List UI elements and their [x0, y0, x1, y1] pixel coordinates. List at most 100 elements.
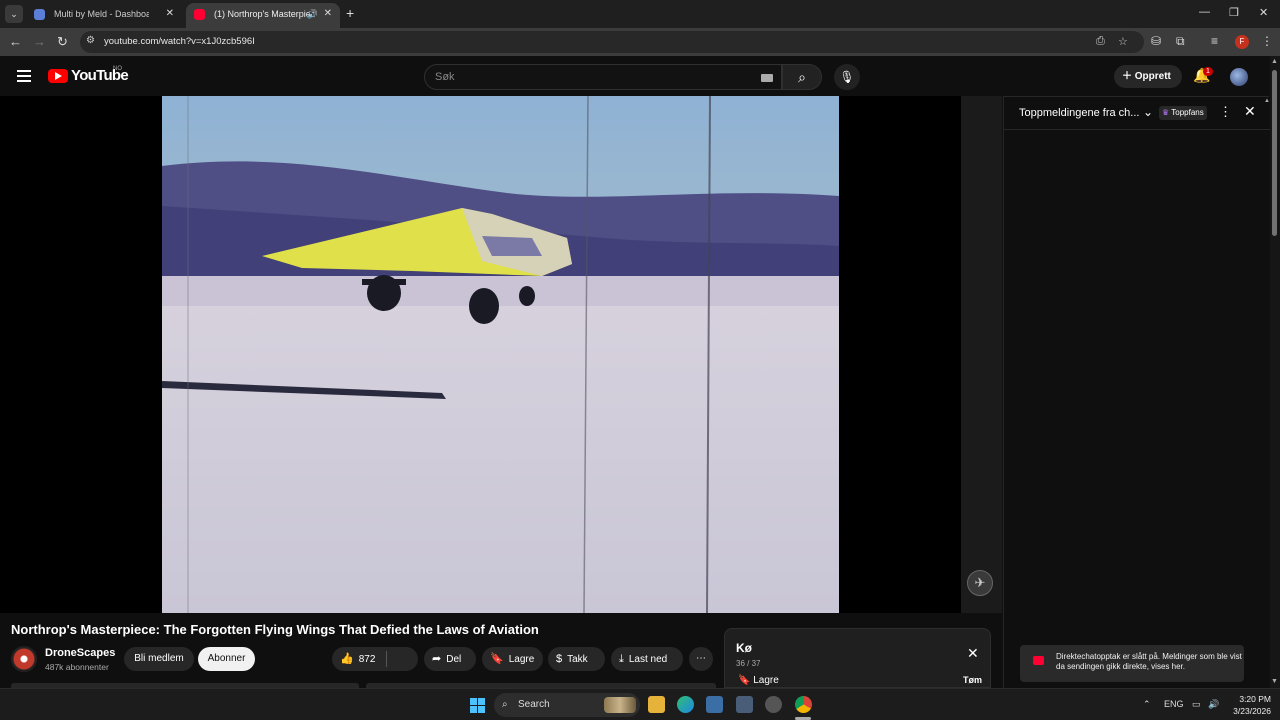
- restore-icon[interactable]: ❐: [1229, 6, 1239, 19]
- windows-taskbar: ⌕ Search ⌃ ENG ▭ 🔊 3:20 PM 3/23/2026: [0, 688, 1280, 720]
- bookmark-star-icon[interactable]: ☆: [1118, 35, 1128, 48]
- browser-tab-meld[interactable]: Multi by Meld - Dashboard. ✕: [26, 3, 182, 28]
- menu-icon[interactable]: [17, 70, 31, 82]
- search-button[interactable]: ⌕: [782, 64, 822, 90]
- tab-search-button[interactable]: ⌄: [5, 5, 23, 23]
- edge-browser-icon[interactable]: [677, 696, 694, 713]
- chat-notice-text: Direktechatopptak er slått på. Meldinger…: [1056, 652, 1242, 671]
- taskbar-search[interactable]: ⌕ Search: [494, 693, 640, 717]
- file-explorer-icon[interactable]: [648, 696, 665, 713]
- url-field[interactable]: ⚙ youtube.com/watch?v=x1J0zcb596I ⎙ ☆: [80, 31, 1144, 53]
- tab-title: (1) Northrop's Masterpiece: [214, 9, 314, 19]
- create-label: Opprett: [1134, 71, 1171, 82]
- network-icon[interactable]: ▭: [1192, 699, 1201, 710]
- install-app-icon[interactable]: ⎙: [1096, 35, 1105, 48]
- download-button[interactable]: ⤓ Last ned: [611, 647, 683, 671]
- scroll-up-arrow-icon[interactable]: ▲: [1271, 58, 1278, 65]
- save-label: Lagre: [508, 654, 535, 665]
- speaker-icon[interactable]: 🔊: [307, 3, 318, 25]
- show-hidden-icons-icon[interactable]: ⌃: [1143, 699, 1151, 710]
- language-indicator[interactable]: ENG: [1164, 699, 1184, 709]
- taskbar-clock[interactable]: 3:20 PM 3/23/2026: [1225, 693, 1271, 717]
- youtube-logo-icon[interactable]: [48, 69, 68, 83]
- youtube-header: YouTube NO Søk ⌕ 🎙 ＋ Opprett 🔔 1: [0, 56, 1280, 96]
- subscriber-count: 487k abonnenter: [45, 662, 109, 672]
- taskbar-search-label: Search: [518, 699, 550, 710]
- address-bar: ← → ↻ ⚙ youtube.com/watch?v=x1J0zcb596I …: [0, 28, 1280, 56]
- channel-avatar[interactable]: [11, 646, 37, 672]
- region-code: NO: [113, 66, 122, 72]
- keyboard-icon[interactable]: [761, 74, 773, 82]
- queue-panel: Kø 36 / 37 ✕ 🔖 Lagre Tøm: [724, 628, 991, 688]
- media-control-icon[interactable]: ≡: [1211, 34, 1218, 48]
- chevron-down-icon[interactable]: ⌄: [1143, 105, 1153, 119]
- close-queue-icon[interactable]: ✕: [967, 645, 979, 662]
- back-icon[interactable]: ←: [9, 34, 22, 49]
- join-button[interactable]: Bli medlem: [124, 647, 194, 671]
- voice-search-button[interactable]: 🎙: [834, 64, 860, 90]
- search-placeholder: Søk: [435, 71, 455, 83]
- chat-title[interactable]: Toppmeldingene fra ch...: [1019, 107, 1139, 119]
- queue-title: Kø: [736, 641, 752, 655]
- scrollbar-thumb[interactable]: [1272, 70, 1277, 236]
- account-avatar[interactable]: [1230, 68, 1248, 86]
- subscribe-button[interactable]: Abonner: [198, 647, 255, 671]
- thanks-button[interactable]: $ Takk: [548, 647, 605, 671]
- clock-date: 3/23/2026: [1233, 706, 1271, 716]
- more-options-icon[interactable]: ⋮: [1219, 104, 1232, 120]
- more-actions-button[interactable]: ⋯: [689, 647, 713, 671]
- browser-menu-icon[interactable]: ⋮: [1261, 34, 1273, 48]
- clock-time: 3:20 PM: [1239, 694, 1271, 704]
- close-chat-icon[interactable]: ✕: [1244, 103, 1256, 120]
- close-window-icon[interactable]: ✕: [1259, 6, 1268, 19]
- share-button[interactable]: ➦ Del: [424, 647, 476, 671]
- live-chat-panel: Toppmeldingene fra ch... ⌄ ♛ Toppfans ⋮ …: [1003, 96, 1270, 688]
- windows-start-icon[interactable]: [470, 698, 485, 713]
- reload-icon[interactable]: ↻: [57, 34, 68, 50]
- settings-gear-icon[interactable]: [765, 696, 782, 713]
- more-horizontal-icon: ⋯: [696, 653, 706, 664]
- channel-name[interactable]: DroneScapes: [45, 647, 115, 659]
- site-info-icon[interactable]: ⚙: [86, 35, 95, 46]
- minimize-icon[interactable]: —: [1199, 6, 1210, 18]
- chrome-icon[interactable]: [795, 696, 812, 713]
- like-divider: [386, 651, 387, 667]
- top-fans-label: Toppfans: [1171, 108, 1204, 117]
- chat-header: Toppmeldingene fra ch... ⌄ ♛ Toppfans ⋮ …: [1004, 97, 1270, 130]
- microphone-icon: 🎙: [839, 70, 855, 84]
- app-window-icon[interactable]: [706, 696, 723, 713]
- extensions-puzzle-icon[interactable]: ⧉: [1176, 34, 1185, 49]
- like-button[interactable]: 👍872 👎: [332, 647, 739, 671]
- scroll-down-arrow-icon[interactable]: ▼: [1271, 678, 1278, 685]
- channel-watermark-icon[interactable]: ✈: [967, 570, 993, 596]
- share-icon: ➦: [432, 653, 442, 665]
- profile-avatar[interactable]: F: [1235, 35, 1249, 49]
- video-frame-image: [162, 96, 839, 613]
- super-thanks-icon: $: [556, 653, 563, 665]
- new-tab-button[interactable]: +: [346, 5, 354, 21]
- notification-badge: 1: [1203, 67, 1213, 76]
- forward-icon[interactable]: →: [33, 34, 46, 49]
- download-label: Last ned: [628, 654, 668, 665]
- bookmark-icon: 🔖: [490, 653, 504, 665]
- player-side-strip: [961, 96, 1002, 613]
- top-fans-badge[interactable]: ♛ Toppfans: [1159, 106, 1207, 120]
- snipping-tool-icon[interactable]: [736, 696, 753, 713]
- search-input[interactable]: Søk: [424, 64, 782, 90]
- volume-icon[interactable]: 🔊: [1208, 699, 1219, 710]
- browser-tab-youtube[interactable]: (1) Northrop's Masterpiece 🔊 ✕: [186, 3, 340, 28]
- queue-count: 36 / 37: [736, 659, 761, 668]
- create-button[interactable]: ＋ Opprett: [1114, 65, 1182, 88]
- extension-icon[interactable]: ⛁: [1151, 34, 1161, 48]
- tab-close-icon[interactable]: ✕: [324, 3, 332, 25]
- like-count: 872: [358, 654, 376, 665]
- queue-save-button[interactable]: 🔖 Lagre: [738, 675, 779, 686]
- url-text: youtube.com/watch?v=x1J0zcb596I: [104, 36, 255, 47]
- search-highlight-image: [604, 697, 636, 713]
- queue-clear-button[interactable]: Tøm: [963, 675, 982, 685]
- save-button[interactable]: 🔖 Lagre: [482, 647, 543, 671]
- video-frame[interactable]: [162, 96, 839, 613]
- tab-close-icon[interactable]: ✕: [166, 3, 174, 25]
- browser-tab-bar: ⌄ Multi by Meld - Dashboard. ✕ (1) North…: [0, 0, 1280, 28]
- search-icon: ⌕: [502, 699, 508, 710]
